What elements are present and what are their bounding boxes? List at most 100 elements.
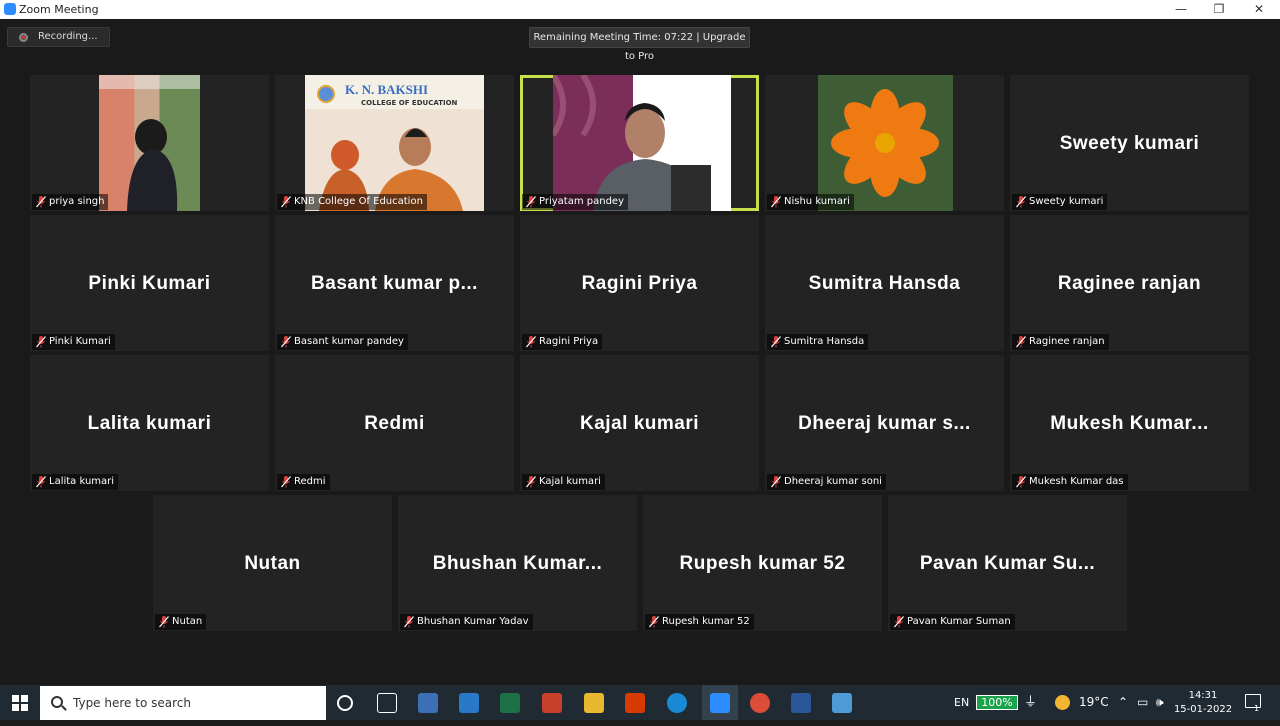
participant-tile[interactable]: Raginee ranjan Raginee ranjan [1010,215,1249,351]
participant-name: Pavan Kumar Suman [907,616,1011,627]
participant-nameplate: Priyatam pandey [522,194,628,210]
participant-tile[interactable]: Basant kumar p... Basant kumar pandey [275,215,514,351]
muted-mic-icon [526,196,536,208]
participant-tile[interactable]: Dheeraj kumar s... Dheeraj kumar soni [765,355,1004,491]
participant-nameplate: Rupesh kumar 52 [645,614,754,630]
muted-mic-icon [159,616,169,628]
participant-tile[interactable]: Sweety kumari Sweety kumari [1010,75,1249,211]
muted-mic-icon [404,616,414,628]
meeting-timer-banner[interactable]: Remaining Meeting Time: 07:22 | Upgrade … [529,27,750,62]
participant-name: Basant kumar pandey [294,336,404,347]
store-icon[interactable] [459,693,479,713]
chevron-up-icon[interactable]: ⌃ [1118,685,1128,720]
plug-icon: ⏚ [1024,695,1038,710]
participant-tile[interactable]: Nutan Nutan [153,495,392,631]
participant-name: Priyatam pandey [539,196,624,207]
participant-name: Nutan [172,616,203,627]
muted-mic-icon [526,336,536,348]
participant-name: Lalita kumari [49,476,115,487]
participant-name: Pinki Kumari [49,336,111,347]
participant-display-name: Pavan Kumar Su... [919,553,1096,574]
participant-tile[interactable]: priya singh [30,75,269,211]
muted-mic-icon [281,336,291,348]
muted-mic-icon [1016,336,1026,348]
word-icon[interactable] [791,693,811,713]
participant-name: KNB College Of Education [294,196,423,207]
pdf-reader-icon[interactable] [542,693,562,713]
language-indicator[interactable]: EN [954,685,969,720]
participant-display-name: Ragini Priya [581,273,698,294]
participant-name: Kajal kumari [539,476,601,487]
participant-nameplate: Mukesh Kumar das [1012,474,1128,490]
participant-video [550,75,731,211]
participant-display-name: Raginee ranjan [1057,273,1202,294]
muted-mic-icon [771,196,781,208]
participant-display-name: Pinki Kumari [88,273,211,294]
photos-icon[interactable] [832,693,852,713]
participant-tile[interactable]: Priyatam pandey [520,75,759,211]
close-button[interactable]: ✕ [1240,0,1278,19]
chrome-icon[interactable] [750,693,770,713]
participant-display-name: Kajal kumari [580,413,699,434]
edge-icon[interactable] [667,693,687,713]
participant-tile[interactable]: Ragini Priya Ragini Priya [520,215,759,351]
clock-time: 14:31 [1188,690,1218,701]
participant-tile[interactable]: Pinki Kumari Pinki Kumari [30,215,269,351]
windows-taskbar: Type here to search EN 100% ⏚ 19°C ⌃ ▭ 🕪… [0,685,1280,720]
volume-icon[interactable]: 🕪 [1156,685,1164,720]
participant-tile[interactable]: Kajal kumari Kajal kumari [520,355,759,491]
participant-tile[interactable]: Pavan Kumar Su... Pavan Kumar Suman [888,495,1127,631]
participant-tile[interactable]: Nishu kumari [765,75,1004,211]
participant-tile[interactable]: Rupesh kumar 52 Rupesh kumar 52 [643,495,882,631]
minimize-button[interactable]: — [1162,0,1200,19]
recording-indicator[interactable]: Recording... [7,27,110,47]
participant-display-name: Sweety kumari [1059,133,1200,154]
excel-icon[interactable] [500,693,520,713]
participant-display-name: Redmi [364,413,425,434]
office-icon[interactable] [625,693,645,713]
task-view-icon[interactable] [377,693,397,713]
participant-nameplate: Kajal kumari [522,474,605,490]
search-icon [51,696,63,708]
clock-date: 15-01-2022 [1173,704,1233,715]
participant-video [99,75,200,211]
cortana-icon[interactable] [337,695,353,711]
participant-tile[interactable]: Redmi Redmi [275,355,514,491]
participant-nameplate: Pinki Kumari [32,334,115,350]
muted-mic-icon [36,196,46,208]
participant-name: priya singh [49,196,105,207]
system-clock[interactable]: 14:31 15-01-2022 [1172,689,1234,717]
participant-nameplate: priya singh [32,194,109,210]
participant-name: Redmi [294,476,326,487]
muted-mic-icon [1016,476,1026,488]
participant-nameplate: Sumitra Hansda [767,334,869,350]
participant-nameplate: Bhushan Kumar Yadav [400,614,533,630]
zoom-app-icon [4,3,16,15]
participant-name: Sweety kumari [1029,196,1104,207]
maximize-button[interactable]: ❐ [1200,0,1238,19]
app-icon-1[interactable] [418,693,438,713]
participant-display-name: Rupesh kumar 52 [679,553,846,574]
battery-indicator[interactable]: 100% [976,695,1018,710]
weather-icon[interactable] [1055,695,1070,710]
participant-tile[interactable]: Mukesh Kumar... Mukesh Kumar das [1010,355,1249,491]
file-explorer-icon[interactable] [584,693,604,713]
muted-mic-icon [649,616,659,628]
meeting-stage: Recording... Remaining Meeting Time: 07:… [0,19,1280,685]
participant-display-name: Sumitra Hansda [808,273,961,294]
participant-tile[interactable]: Lalita kumari Lalita kumari [30,355,269,491]
temperature-label[interactable]: 19°C [1079,685,1109,720]
windows-start-icon[interactable] [12,695,28,711]
participant-name: Ragini Priya [539,336,599,347]
network-icon[interactable]: ▭ [1137,685,1148,720]
participant-nameplate: Sweety kumari [1012,194,1108,210]
participant-name: Raginee ranjan [1029,336,1105,347]
participant-nameplate: Nutan [155,614,207,630]
participant-tile[interactable]: Bhushan Kumar... Bhushan Kumar Yadav [398,495,637,631]
muted-mic-icon [281,476,291,488]
participant-nameplate: Basant kumar pandey [277,334,408,350]
participant-tile[interactable]: K. N. BAKSHI COLLEGE OF EDUCATION KNB Coll… [275,75,514,211]
participant-nameplate: Dheeraj kumar soni [767,474,886,490]
taskbar-search-box[interactable]: Type here to search [40,686,326,720]
participant-tile[interactable]: Sumitra Hansda Sumitra Hansda [765,215,1004,351]
